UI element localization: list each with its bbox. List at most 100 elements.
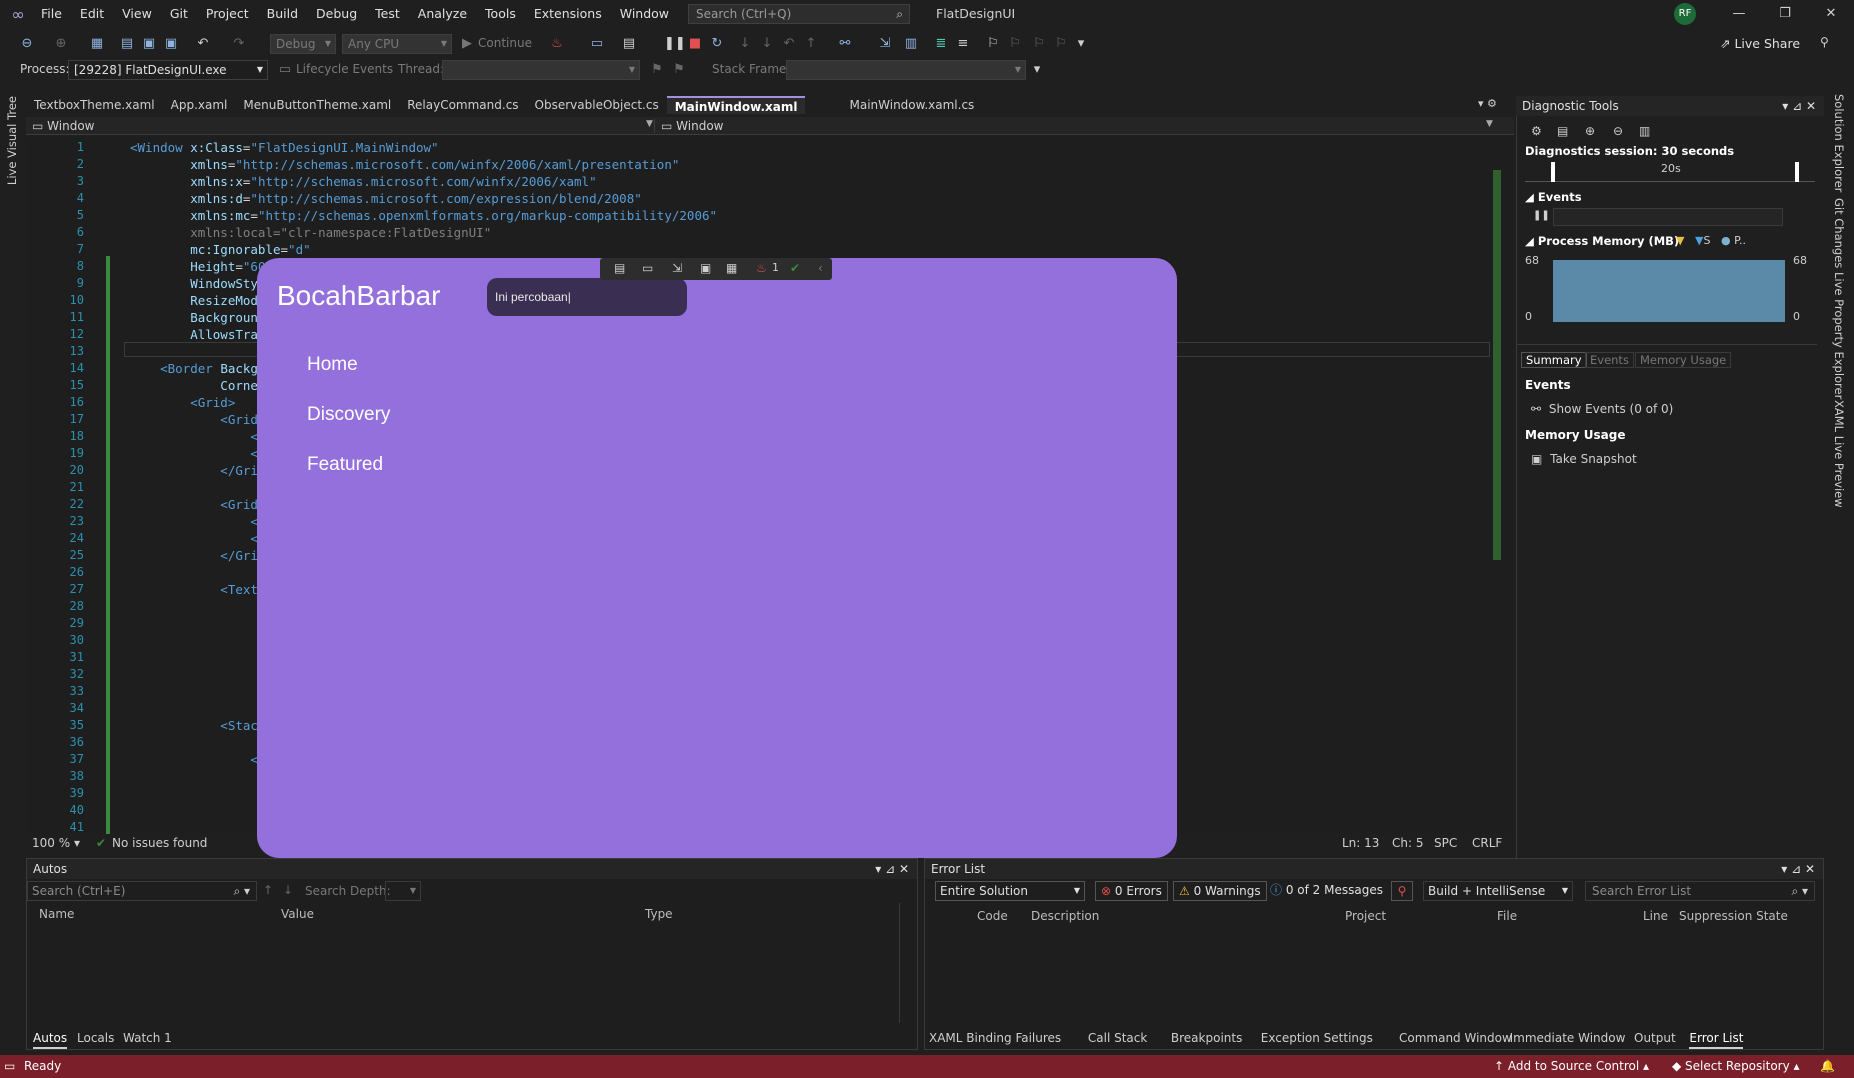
tab-exception-settings[interactable]: Exception Settings (1261, 1029, 1373, 1047)
solution-explorer-tab[interactable]: Solution Explorer (1832, 94, 1846, 192)
stack-frame-dropdown[interactable]: ▼ (786, 60, 1026, 80)
reset-view-icon[interactable]: ▥ (1639, 124, 1650, 138)
hot-reload-status-icon[interactable]: ♨ (756, 261, 767, 275)
menu-view[interactable]: View (113, 0, 161, 28)
go-to-live-tree-icon[interactable]: ▤ (614, 261, 625, 275)
menu-debug[interactable]: Debug (307, 0, 366, 28)
diag-timeline[interactable]: 20s (1525, 162, 1815, 182)
toolbar-layout-icon[interactable]: ▤ (620, 35, 638, 53)
zoom-in-icon[interactable]: ⊕ (1585, 124, 1595, 138)
display-adorners-icon[interactable]: ⇲ (672, 261, 682, 275)
code-line[interactable]: xmlns:d="http://schemas.microsoft.com/ex… (130, 190, 1490, 207)
back-icon[interactable]: ⊖ (18, 35, 36, 53)
doc-tab-textboxtheme-xaml[interactable]: TextboxTheme.xaml (26, 96, 163, 114)
error-list-header[interactable]: Error List ▾ ⊿ ✕ (925, 859, 1823, 879)
app-search-input[interactable]: Ini percobaan| (487, 278, 687, 316)
collapse-toolbar-icon[interactable]: ‹ (818, 261, 823, 275)
menu-edit[interactable]: Edit (71, 0, 113, 28)
navbar-right-dropdown[interactable]: ▭ Window (654, 119, 723, 133)
nav-discovery[interactable]: Discovery (307, 404, 390, 426)
take-snapshot-button[interactable]: ▣ Take Snapshot (1531, 452, 1637, 466)
tab-summary[interactable]: Summary (1521, 352, 1587, 368)
filter-icon[interactable]: ⚲ (1391, 881, 1413, 901)
browser-link-icon[interactable]: ▭ (588, 35, 606, 53)
indent-icon[interactable]: ≡ (954, 35, 972, 53)
hot-reload-ok-icon[interactable]: ✔ (790, 261, 800, 275)
diagnostics-toggle-icon[interactable]: ⚯ (836, 35, 854, 53)
doc-tab-app-xaml[interactable]: App.xaml (163, 96, 236, 114)
menu-window[interactable]: Window (611, 0, 678, 28)
select-element-runtime-icon[interactable]: ▭ (642, 261, 653, 275)
tab-autos[interactable]: Autos (33, 1029, 68, 1049)
tab-error-list[interactable]: Error List (1689, 1029, 1744, 1049)
menu-extensions[interactable]: Extensions (525, 0, 611, 28)
tab-breakpoints[interactable]: Breakpoints (1171, 1029, 1242, 1047)
save-icon[interactable]: ▣ (140, 35, 158, 53)
toolbar-options-icon[interactable]: ▾ (1072, 35, 1090, 53)
panel-controls-icon[interactable]: ▾ ⊿ ✕ (1782, 96, 1816, 116)
stop-icon[interactable]: ■ (686, 35, 704, 53)
col-value[interactable]: Value (281, 907, 314, 921)
running-app-window[interactable]: BocahBarbar Ini percobaan| Home Discover… (257, 258, 1177, 858)
navbar-left-dropdown[interactable]: ▭ Window (32, 119, 94, 133)
bookmark-prev-icon[interactable]: ⚐ (1006, 35, 1024, 53)
code-line[interactable]: <Window x:Class="FlatDesignUI.MainWindow… (130, 139, 1490, 156)
step-out-icon[interactable]: ↑ (802, 35, 820, 53)
bookmark-next-icon[interactable]: ⚐ (1030, 35, 1048, 53)
memory-chart[interactable] (1553, 260, 1785, 322)
search-down-icon[interactable]: ↓ (283, 883, 293, 897)
add-to-source-control[interactable]: ↑ Add to Source Control ▴ (1494, 1055, 1649, 1078)
step-back-icon[interactable]: ↶ (780, 35, 798, 53)
platform-dropdown[interactable]: Any CPU ▼ (342, 34, 452, 54)
code-line[interactable]: mc:Ignorable="d" (130, 241, 1490, 258)
nav-featured[interactable]: Featured (307, 454, 383, 476)
search-depth-dropdown[interactable]: ▼ (385, 881, 421, 901)
live-share-button[interactable]: ⇗ Live Share (1720, 36, 1800, 51)
events-pause-icon[interactable]: ❚❚ (1533, 210, 1550, 221)
redo-icon[interactable]: ↷ (230, 35, 248, 53)
autos-header[interactable]: Autos ▾ ⊿ ✕ (27, 859, 917, 879)
line-ending-status[interactable]: CRLF (1472, 836, 1502, 850)
memory-track-header[interactable]: ◢ Process Memory (MB) (1525, 234, 1679, 248)
show-threads-icon[interactable]: ⚑ (670, 61, 688, 79)
doc-tab-menubuttontheme-xaml[interactable]: MenuButtonTheme.xaml (235, 96, 399, 114)
tab-output[interactable]: Output (1634, 1029, 1676, 1047)
timeline-end-handle[interactable] (1795, 162, 1799, 182)
menu-test[interactable]: Test (366, 0, 409, 28)
col-suppression-state[interactable]: Suppression State (1679, 909, 1788, 923)
warnings-filter[interactable]: ⚠ 0 Warnings (1173, 881, 1267, 901)
process-dropdown[interactable]: [29228] FlatDesignUI.exe ▼ (68, 60, 268, 80)
navbar-left-caret-icon[interactable]: ▼ (646, 119, 653, 129)
code-line[interactable]: xmlns:mc="http://schemas.openxmlformats.… (130, 207, 1490, 224)
lifecycle-icon[interactable]: ▭ (276, 61, 294, 79)
doc-tab-relaycommand-cs[interactable]: RelayCommand.cs (399, 96, 526, 114)
col-type[interactable]: Type (645, 907, 673, 921)
toolbar2-options-icon[interactable]: ▾ (1028, 61, 1046, 79)
tab-overflow-icon[interactable]: ▾ ⚙ (1478, 97, 1497, 110)
messages-filter[interactable]: ⓘ 0 of 2 Messages (1265, 881, 1388, 901)
display-layout-icon[interactable]: ▥ (902, 35, 920, 53)
issues-status[interactable]: No issues found (112, 836, 207, 850)
zoom-out-icon[interactable]: ⊖ (1613, 124, 1623, 138)
feedback-icon[interactable]: ⚲ (1820, 35, 1829, 49)
close-window-icon[interactable]: ✕ (1808, 0, 1854, 28)
search-up-icon[interactable]: ↑ (263, 883, 273, 897)
autos-controls-icon[interactable]: ▾ ⊿ ✕ (875, 859, 909, 879)
global-search-input[interactable]: Search (Ctrl+Q) ⌕ (688, 4, 910, 24)
configuration-dropdown[interactable]: Debug ▼ (270, 34, 336, 54)
events-track-header[interactable]: ◢ Events (1525, 190, 1582, 204)
notifications-icon[interactable]: 🔔 (1820, 1055, 1835, 1078)
hot-reload-icon[interactable]: ♨ (548, 35, 566, 53)
format-icon[interactable]: ≣ (932, 35, 950, 53)
menu-analyze[interactable]: Analyze (409, 0, 476, 28)
forward-icon[interactable]: ⊕ (52, 35, 70, 53)
tab-call-stack[interactable]: Call Stack (1088, 1029, 1147, 1047)
thread-dropdown[interactable]: ▼ (442, 60, 640, 80)
menu-file[interactable]: File (32, 0, 71, 28)
tab-command-window[interactable]: Command Window (1399, 1029, 1512, 1047)
error-list-controls-icon[interactable]: ▾ ⊿ ✕ (1781, 859, 1815, 879)
step-into-icon[interactable]: ↓ (736, 35, 754, 53)
doc-tab-mainwindow-xaml-cs[interactable]: MainWindow.xaml.cs (841, 96, 982, 114)
continue-icon[interactable]: ▶ (458, 35, 476, 53)
col-line[interactable]: Line (1643, 909, 1668, 923)
